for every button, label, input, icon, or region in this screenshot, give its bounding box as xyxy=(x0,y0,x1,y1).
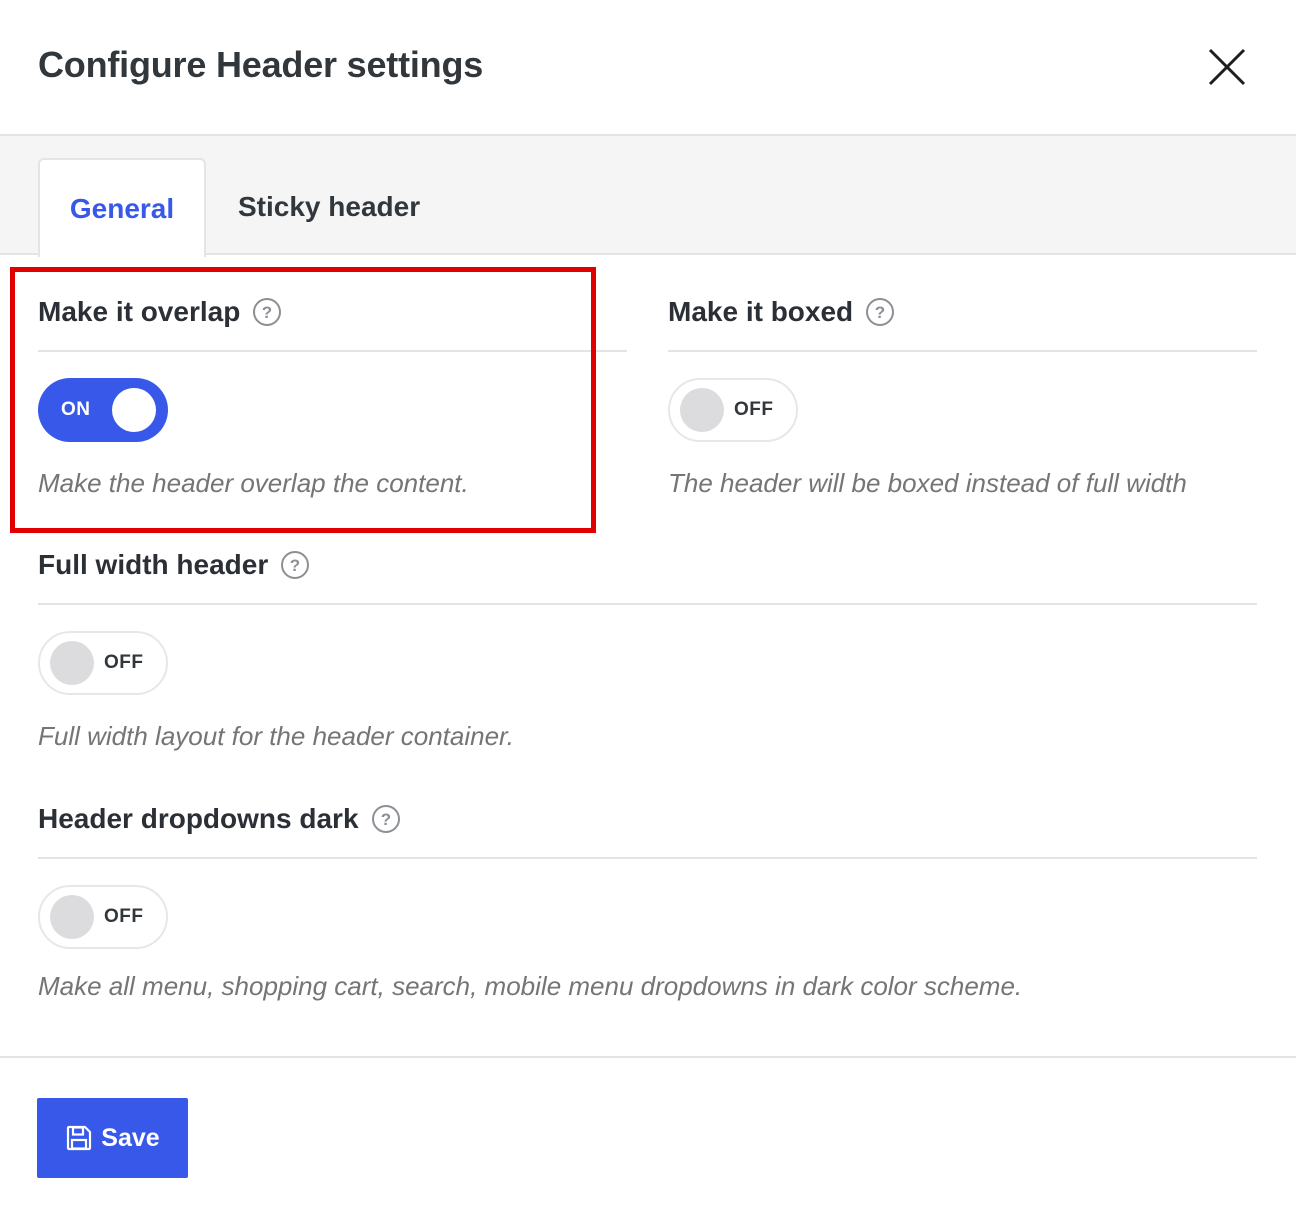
dialog-header: Configure Header settings xyxy=(0,0,1296,136)
tab-bar: General Sticky header xyxy=(0,136,1296,257)
dropdowns-dark-toggle[interactable]: OFF xyxy=(38,885,168,949)
close-button[interactable] xyxy=(1206,46,1248,88)
toggle-knob xyxy=(50,895,94,939)
setting-divider xyxy=(38,350,627,352)
help-icon[interactable]: ? xyxy=(280,550,310,580)
full-width-toggle[interactable]: OFF xyxy=(38,631,168,695)
setting-description: Make the header overlap the content. xyxy=(38,468,469,498)
boxed-toggle[interactable]: OFF xyxy=(668,378,798,442)
setting-label-text: Full width header xyxy=(38,549,269,580)
help-icon[interactable]: ? xyxy=(371,804,401,834)
toggle-state-text: ON xyxy=(61,399,91,420)
setting-label: Make it overlap ? xyxy=(38,294,282,330)
setting-label-text: Header dropdowns dark xyxy=(38,803,359,834)
setting-divider xyxy=(668,350,1257,352)
toggle-state-text: OFF xyxy=(734,399,774,420)
setting-divider xyxy=(38,857,1257,859)
setting-description: Full width layout for the header contain… xyxy=(38,721,514,751)
footer-divider xyxy=(0,1056,1296,1058)
overlap-toggle[interactable]: ON xyxy=(38,378,168,442)
toggle-state-text: OFF xyxy=(104,652,144,673)
help-icon[interactable]: ? xyxy=(252,297,282,327)
save-icon xyxy=(67,1125,92,1151)
setting-divider xyxy=(38,603,1257,605)
tab-general[interactable]: General xyxy=(38,158,206,257)
svg-text:?: ? xyxy=(380,810,390,829)
close-icon xyxy=(1208,48,1246,86)
toggle-state-text: OFF xyxy=(104,906,144,927)
tab-sticky-header[interactable]: Sticky header xyxy=(238,158,420,257)
toggle-knob xyxy=(50,641,94,685)
configure-header-dialog: Configure Header settings General Sticky… xyxy=(0,0,1296,1218)
svg-text:?: ? xyxy=(875,303,885,322)
save-button[interactable]: Save xyxy=(37,1098,188,1178)
toggle-knob xyxy=(112,388,156,432)
dialog-title: Configure Header settings xyxy=(38,44,484,85)
save-button-label: Save xyxy=(101,1123,160,1152)
help-icon[interactable]: ? xyxy=(865,297,895,327)
setting-label-text: Make it overlap xyxy=(38,296,241,327)
setting-label: Make it boxed ? xyxy=(668,294,895,330)
toggle-knob xyxy=(680,388,724,432)
svg-text:?: ? xyxy=(262,303,272,322)
svg-text:?: ? xyxy=(290,556,300,575)
setting-label: Full width header ? xyxy=(38,547,310,583)
setting-description: The header will be boxed instead of full… xyxy=(668,468,1187,498)
setting-description: Make all menu, shopping cart, search, mo… xyxy=(38,971,1023,1001)
setting-label: Header dropdowns dark ? xyxy=(38,801,401,837)
setting-label-text: Make it boxed xyxy=(668,296,854,327)
